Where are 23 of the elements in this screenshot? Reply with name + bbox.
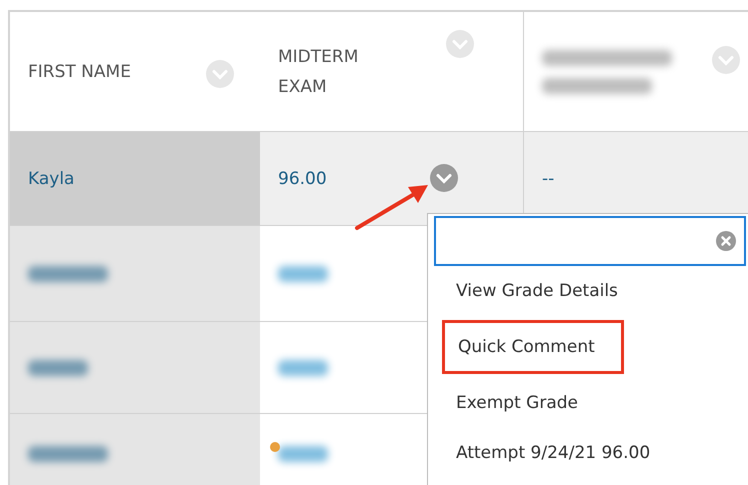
menu-item[interactable]: Exempt Grade: [442, 387, 592, 419]
chevron-icon[interactable]: [446, 30, 474, 58]
student-name-link[interactable]: Kayla: [28, 168, 74, 188]
selected-row[interactable]: Kayla: [10, 132, 260, 226]
chevron-icon[interactable]: [206, 60, 234, 88]
blurred-text: [28, 360, 88, 376]
column-heading: MIDTERM EXAM: [278, 46, 360, 98]
chevron-icon[interactable]: [712, 46, 740, 74]
column-heading: FIRST NAME: [28, 60, 131, 84]
blurred-text: [278, 446, 328, 462]
table-row[interactable]: [10, 414, 260, 485]
table-row[interactable]: [10, 226, 260, 322]
menu-item[interactable]: View Grade Details: [442, 275, 632, 307]
chevron-button[interactable]: [430, 164, 458, 192]
search-field[interactable]: [434, 216, 746, 266]
blurred-text: [278, 360, 328, 376]
clear-icon[interactable]: [716, 231, 736, 251]
grade-link[interactable]: 96.00: [278, 168, 327, 188]
table-cell: --: [542, 168, 554, 188]
blurred-text: [278, 266, 328, 282]
menu-item[interactable]: Quick Comment: [442, 320, 624, 374]
menu-item[interactable]: Attempt 9/24/21 96.00: [442, 437, 664, 469]
table-row[interactable]: [10, 322, 260, 414]
